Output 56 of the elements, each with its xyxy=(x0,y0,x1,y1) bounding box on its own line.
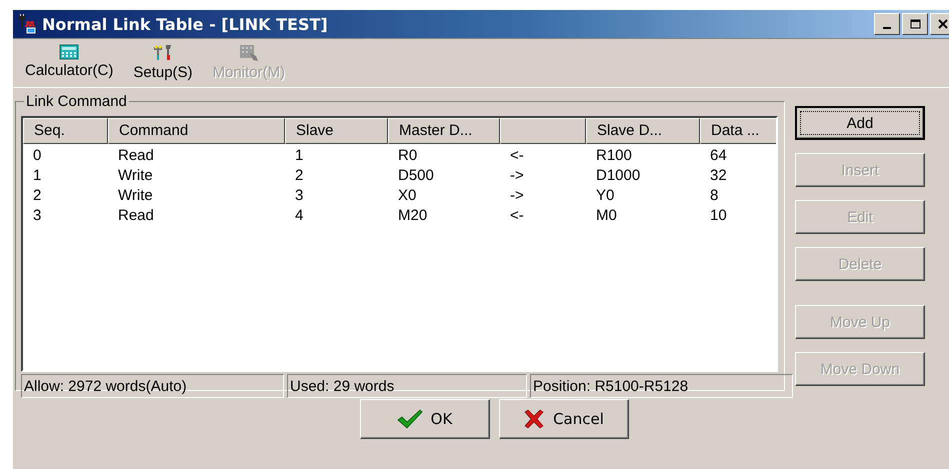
column-header[interactable]: Data ... xyxy=(700,118,776,144)
table-cell-text: Read xyxy=(117,206,155,226)
column-header[interactable]: Slave D... xyxy=(586,118,700,144)
table-cell-text: Y0 xyxy=(595,186,616,206)
column-header[interactable]: Seq. xyxy=(23,118,108,144)
table-cell-text: Write xyxy=(117,186,154,206)
table-cell-text: -> xyxy=(509,186,525,206)
calculator-icon xyxy=(59,44,80,60)
cancel-button[interactable]: Cancel xyxy=(498,399,628,439)
minimize-icon xyxy=(883,27,891,29)
table-cell-text: <- xyxy=(509,146,525,166)
table-cell-text: 10 xyxy=(709,206,728,226)
table-cell-text: X0 xyxy=(397,186,418,206)
column-header[interactable]: Slave xyxy=(285,118,388,144)
table-cell-text: M20 xyxy=(397,206,428,226)
table-cell-text: 4 xyxy=(294,206,304,226)
cross-icon xyxy=(523,409,546,429)
table-cell-text: R0 xyxy=(397,146,418,166)
table-cell-text: <- xyxy=(509,206,525,226)
column-header[interactable]: Master D... xyxy=(388,118,500,144)
table-cell-text: 2 xyxy=(32,186,42,206)
status-panel: Allow: 2972 words(Auto) xyxy=(21,374,284,398)
table-cell-text: 3 xyxy=(294,186,304,206)
close-icon xyxy=(938,19,948,29)
table-cell-text: D1000 xyxy=(595,166,642,186)
column-header[interactable]: Command xyxy=(108,118,285,144)
table-cell-text: M0 xyxy=(595,206,618,226)
ok-button[interactable]: OK xyxy=(360,399,490,439)
column-header[interactable] xyxy=(500,118,586,144)
table-cell-text: Write xyxy=(117,166,154,186)
maximize-icon xyxy=(910,19,920,29)
toolbar-button[interactable]: Calculator(C) xyxy=(21,42,118,87)
table-cell-text: 64 xyxy=(709,146,728,166)
checkmark-icon xyxy=(396,409,423,429)
table-cell-text: 0 xyxy=(32,146,42,166)
table-cell-text: -> xyxy=(509,166,525,186)
table-cell-text: Read xyxy=(117,146,155,166)
table-cell-text: D500 xyxy=(397,166,435,186)
table-cell-text: 8 xyxy=(709,186,720,206)
table-cell-text: R100 xyxy=(595,146,633,166)
status-panel: Used: 29 words xyxy=(287,374,527,398)
tools-icon xyxy=(152,44,174,62)
maximize-button[interactable] xyxy=(902,13,928,35)
table-cell-text: 1 xyxy=(32,166,42,186)
action-button[interactable]: Add xyxy=(795,106,925,140)
toolbar-button[interactable]: Setup(S) xyxy=(129,42,197,87)
table-cell-text: 2 xyxy=(294,166,304,186)
close-button[interactable] xyxy=(930,13,949,35)
minimize-button[interactable] xyxy=(874,13,900,35)
table-cell-text: 1 xyxy=(294,146,304,166)
table-cell-text: 3 xyxy=(32,206,42,226)
command-list[interactable]: Seq. Command Slave Master D... Slave D... Data ... 0 Read 1 R0 <- R100 64 1 Write 2 D500 -> D1000 32 2 Write 3 X0 -> Y0 8 3 Read 4 M20 <- M0 10 xyxy=(21,116,778,372)
status-panel: Position: R5100-R5128 xyxy=(530,374,793,398)
table-cell-text: 32 xyxy=(709,166,728,186)
monitor-icon xyxy=(238,44,260,62)
window-title: Normal Link Table - [LINK TEST] xyxy=(42,14,329,34)
